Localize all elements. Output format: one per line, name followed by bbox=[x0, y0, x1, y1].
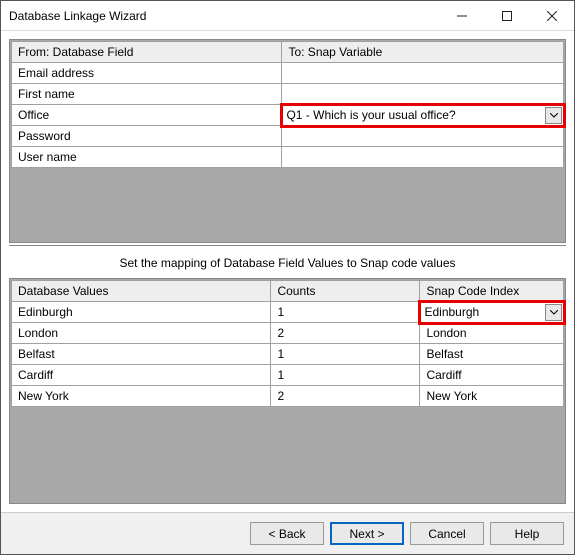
table-row[interactable]: Email address bbox=[12, 63, 564, 84]
grid-header-row: From: Database Field To: Snap Variable bbox=[12, 42, 564, 63]
table-row[interactable]: User name bbox=[12, 147, 564, 168]
field-mapping-panel: From: Database Field To: Snap Variable E… bbox=[9, 39, 566, 243]
wizard-content: From: Database Field To: Snap Variable E… bbox=[1, 31, 574, 512]
cancel-button[interactable]: Cancel bbox=[410, 522, 484, 545]
dbvalue-cell: New York bbox=[12, 386, 271, 407]
next-button[interactable]: Next > bbox=[330, 522, 404, 545]
snap-var-cell[interactable] bbox=[282, 63, 564, 84]
field-mapping-grid: From: Database Field To: Snap Variable E… bbox=[11, 41, 564, 168]
db-field-cell: First name bbox=[12, 84, 282, 105]
help-button[interactable]: Help bbox=[490, 522, 564, 545]
db-field-cell: Password bbox=[12, 126, 282, 147]
wizard-footer: < Back Next > Cancel Help bbox=[1, 512, 574, 554]
dbvalue-cell: Edinburgh bbox=[12, 302, 271, 323]
maximize-icon bbox=[502, 11, 512, 21]
header-dbvalues: Database Values bbox=[12, 281, 271, 302]
snapcode-dropdown-value: Edinburgh bbox=[420, 303, 544, 321]
dbvalue-cell: Cardiff bbox=[12, 365, 271, 386]
grid-header-row: Database Values Counts Snap Code Index bbox=[12, 281, 564, 302]
window-title: Database Linkage Wizard bbox=[9, 9, 439, 23]
table-row[interactable]: Belfast 1 Belfast bbox=[12, 344, 564, 365]
snapcode-cell[interactable]: New York bbox=[420, 386, 564, 407]
mapping-caption: Set the mapping of Database Field Values… bbox=[9, 246, 566, 278]
snap-var-cell[interactable] bbox=[282, 84, 564, 105]
count-cell: 1 bbox=[271, 302, 420, 323]
snapcode-dropdown[interactable]: Edinburgh bbox=[420, 302, 564, 323]
snap-var-cell[interactable] bbox=[282, 147, 564, 168]
db-field-cell: Office bbox=[12, 105, 282, 126]
count-cell: 2 bbox=[271, 386, 420, 407]
table-row[interactable]: Edinburgh 1 Edinburgh bbox=[12, 302, 564, 323]
snapcode-dropdown-inner[interactable]: Edinburgh bbox=[420, 302, 563, 322]
chevron-down-icon[interactable] bbox=[545, 107, 562, 124]
table-row[interactable]: Cardiff 1 Cardiff bbox=[12, 365, 564, 386]
value-mapping-grid: Database Values Counts Snap Code Index E… bbox=[11, 280, 564, 407]
db-field-cell: Email address bbox=[12, 63, 282, 84]
count-cell: 2 bbox=[271, 323, 420, 344]
maximize-button[interactable] bbox=[484, 1, 529, 30]
snapcode-cell[interactable]: London bbox=[420, 323, 564, 344]
dbvalue-cell: London bbox=[12, 323, 271, 344]
db-field-cell: User name bbox=[12, 147, 282, 168]
header-snapcode: Snap Code Index bbox=[420, 281, 564, 302]
count-cell: 1 bbox=[271, 365, 420, 386]
dbvalue-cell: Belfast bbox=[12, 344, 271, 365]
table-row[interactable]: First name bbox=[12, 84, 564, 105]
count-cell: 1 bbox=[271, 344, 420, 365]
table-row[interactable]: Password bbox=[12, 126, 564, 147]
snapcode-cell[interactable]: Belfast bbox=[420, 344, 564, 365]
back-button[interactable]: < Back bbox=[250, 522, 324, 545]
table-row[interactable]: New York 2 New York bbox=[12, 386, 564, 407]
snap-var-dropdown-value: Q1 - Which is your usual office? bbox=[282, 106, 544, 124]
snapcode-cell[interactable]: Cardiff bbox=[420, 365, 564, 386]
close-icon bbox=[547, 11, 557, 21]
table-row[interactable]: Office Q1 - Which is your usual office? bbox=[12, 105, 564, 126]
minimize-icon bbox=[457, 11, 467, 21]
header-from: From: Database Field bbox=[12, 42, 282, 63]
chevron-down-icon[interactable] bbox=[545, 304, 562, 321]
snap-var-dropdown[interactable]: Q1 - Which is your usual office? bbox=[282, 105, 564, 126]
snap-var-dropdown-inner[interactable]: Q1 - Which is your usual office? bbox=[282, 105, 563, 125]
header-counts: Counts bbox=[271, 281, 420, 302]
close-button[interactable] bbox=[529, 1, 574, 30]
titlebar: Database Linkage Wizard bbox=[1, 1, 574, 31]
minimize-button[interactable] bbox=[439, 1, 484, 30]
value-mapping-panel: Database Values Counts Snap Code Index E… bbox=[9, 278, 566, 504]
table-row[interactable]: London 2 London bbox=[12, 323, 564, 344]
header-to: To: Snap Variable bbox=[282, 42, 564, 63]
snap-var-cell[interactable] bbox=[282, 126, 564, 147]
